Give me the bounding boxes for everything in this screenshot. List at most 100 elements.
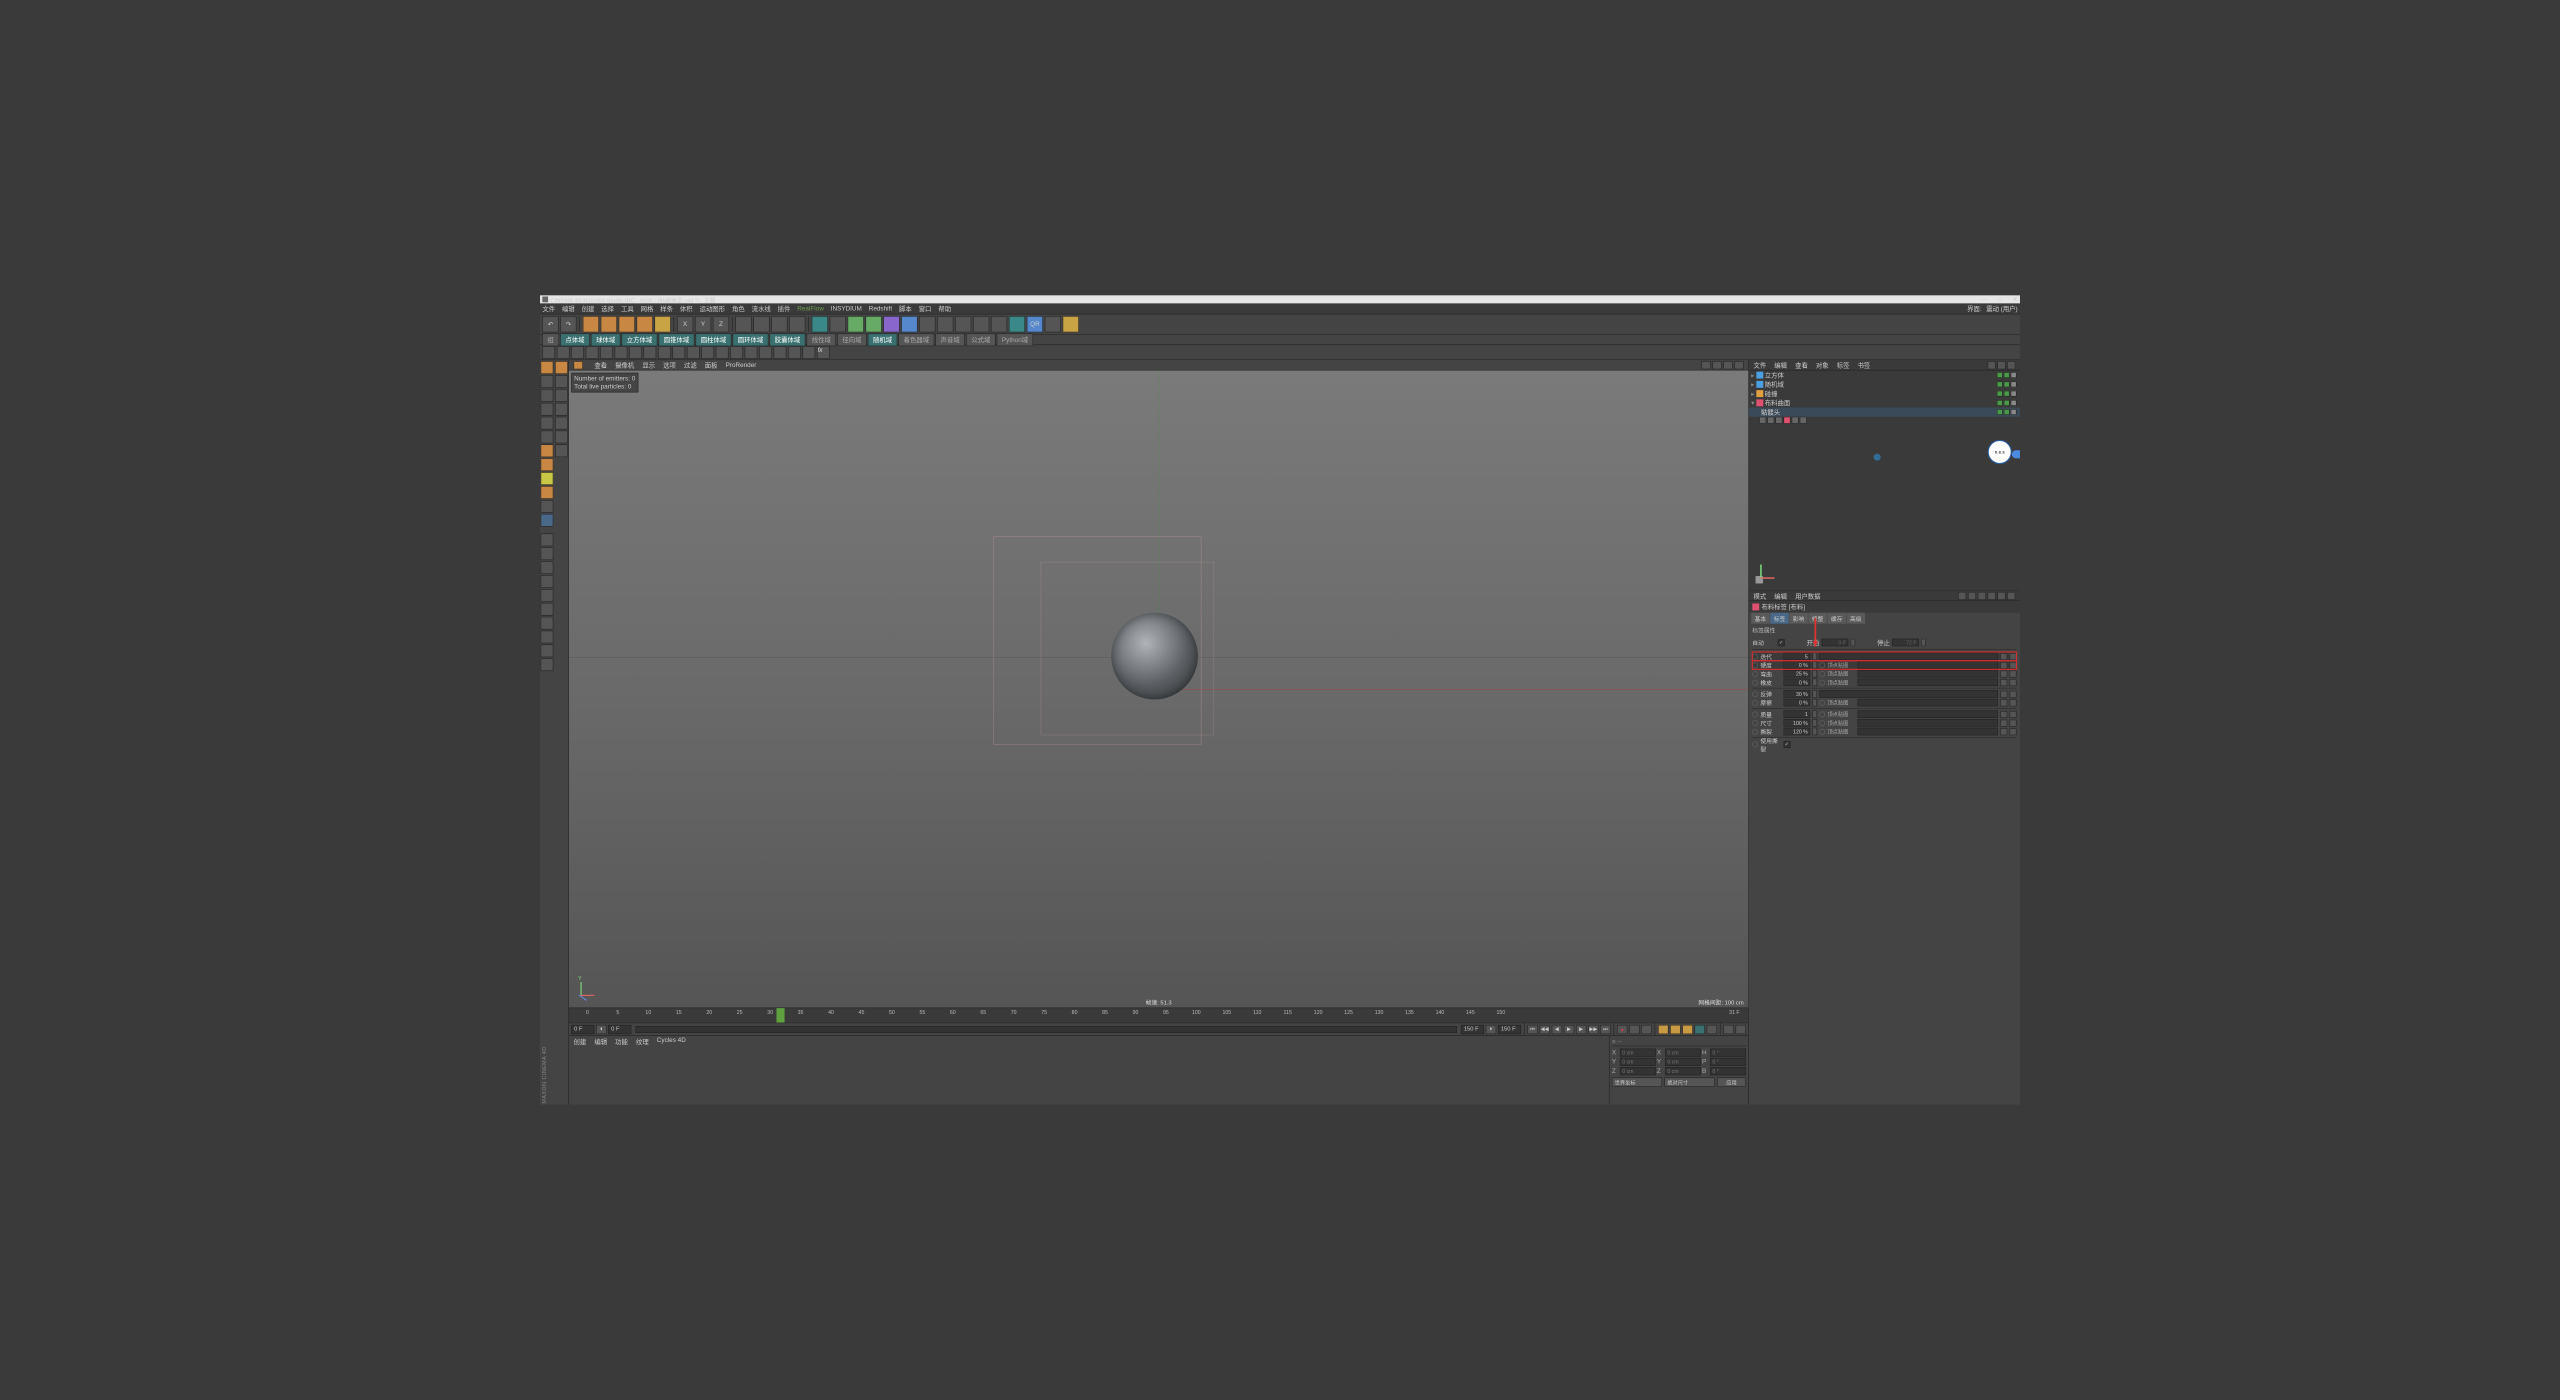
- redo-button[interactable]: ↷: [560, 316, 576, 332]
- range-end[interactable]: ⏵: [1486, 1025, 1496, 1034]
- next-key[interactable]: ▶▶: [1588, 1025, 1598, 1034]
- axis-y-toggle[interactable]: Y: [695, 316, 711, 332]
- menu-plugins[interactable]: 插件: [778, 304, 791, 313]
- coord-X-size[interactable]: 0 cm: [1665, 1049, 1701, 1057]
- soft-select[interactable]: [541, 486, 554, 499]
- menu-spline[interactable]: 样条: [660, 304, 673, 313]
- render-settings[interactable]: [789, 316, 805, 332]
- stop-stepper[interactable]: [1921, 639, 1926, 647]
- cube-primitive[interactable]: [812, 316, 828, 332]
- goto-start[interactable]: ⏮: [1527, 1025, 1537, 1034]
- coord-Y-size[interactable]: 0 cm: [1665, 1058, 1701, 1066]
- field-python[interactable]: Python域: [997, 333, 1034, 346]
- wt-12[interactable]: [701, 346, 714, 359]
- view-nav-2[interactable]: [1712, 361, 1721, 369]
- coord-H-rot[interactable]: 0 °: [1710, 1049, 1746, 1057]
- attr-stepper-3[interactable]: [1812, 679, 1817, 687]
- mm-tab-cycles[interactable]: Cycles 4D: [657, 1037, 686, 1046]
- om-filter-icon[interactable]: [1997, 361, 2005, 369]
- p2-4[interactable]: [555, 403, 568, 416]
- am-back-icon[interactable]: [1958, 592, 1966, 600]
- om-tags[interactable]: 标签: [1837, 360, 1850, 369]
- step-back[interactable]: ◀: [1552, 1025, 1562, 1034]
- field-radial[interactable]: 径向域: [837, 333, 866, 346]
- tag-obj[interactable]: [1045, 316, 1061, 332]
- menu-help[interactable]: 帮助: [938, 304, 951, 313]
- om-object[interactable]: 对象: [1816, 360, 1829, 369]
- om-edit[interactable]: 编辑: [1774, 360, 1787, 369]
- vm-filter[interactable]: 过滤: [684, 360, 697, 369]
- wt-8[interactable]: [644, 346, 657, 359]
- field-cone[interactable]: 圆锥体域: [659, 333, 695, 346]
- field-torus[interactable]: 圆环体域: [733, 333, 769, 346]
- tab-expert[interactable]: 高级: [1847, 613, 1865, 624]
- render-view[interactable]: [753, 316, 769, 332]
- menu-select[interactable]: 选择: [601, 304, 614, 313]
- wt-4[interactable]: [586, 346, 599, 359]
- misc-obj[interactable]: [1063, 316, 1079, 332]
- end-frame-field[interactable]: 150 F: [1461, 1025, 1484, 1034]
- map-dot[interactable]: [1819, 671, 1825, 677]
- cur-frame-field[interactable]: 0 F: [571, 1025, 594, 1034]
- view-nav-1[interactable]: [1701, 361, 1710, 369]
- pc-7[interactable]: [541, 617, 554, 630]
- tab-basic[interactable]: 基本: [1751, 613, 1769, 624]
- step-fwd[interactable]: ▶: [1576, 1025, 1586, 1034]
- mm-tab-edit[interactable]: 编辑: [594, 1037, 607, 1046]
- menu-tools[interactable]: 工具: [621, 304, 634, 313]
- maximize-button[interactable]: □: [1998, 296, 2002, 304]
- timeline-ruler[interactable]: 0510152025303540455055606570758085909510…: [569, 1008, 1748, 1023]
- axis-mode[interactable]: [541, 444, 554, 457]
- wt-2[interactable]: [557, 346, 570, 359]
- attr-map-0[interactable]: [1819, 653, 1998, 661]
- param-dot[interactable]: [1752, 691, 1758, 697]
- subdiv-generator[interactable]: [848, 316, 864, 332]
- am-up-icon[interactable]: [1978, 592, 1986, 600]
- field-linear[interactable]: 线性域: [807, 333, 836, 346]
- end2-frame-field[interactable]: 150 F: [1498, 1025, 1521, 1034]
- am-edit[interactable]: 编辑: [1774, 591, 1787, 600]
- attr-map-pick-6[interactable]: [2000, 711, 2007, 718]
- move-arrow-icon[interactable]: [555, 361, 568, 374]
- deformer[interactable]: [883, 316, 899, 332]
- light-obj[interactable]: [937, 316, 953, 332]
- kf-rot[interactable]: [1682, 1025, 1692, 1034]
- attr-value-2[interactable]: 25 %: [1784, 670, 1811, 678]
- p2-6[interactable]: [555, 431, 568, 444]
- attr-map-2[interactable]: [1858, 670, 1998, 678]
- point-mode[interactable]: [541, 403, 554, 416]
- attr-map-clear-6[interactable]: [2010, 711, 2017, 718]
- menu-volume[interactable]: 体积: [680, 304, 693, 313]
- pc-3[interactable]: [541, 561, 554, 574]
- attr-map-pick-1[interactable]: [2000, 662, 2007, 669]
- map-dot[interactable]: [1819, 729, 1825, 735]
- attr-map-pick-7[interactable]: [2000, 719, 2007, 726]
- attr-stepper-5[interactable]: [1812, 699, 1817, 707]
- goto-end[interactable]: ⏭: [1600, 1025, 1610, 1034]
- mm-tab-tex[interactable]: 纹理: [636, 1037, 649, 1046]
- kf-param[interactable]: [1694, 1025, 1704, 1034]
- am-fwd-icon[interactable]: [1968, 592, 1976, 600]
- attr-map-clear-2[interactable]: [2010, 670, 2017, 677]
- am-undock-icon[interactable]: [2007, 592, 2015, 600]
- field-box[interactable]: 立方体域: [622, 333, 658, 346]
- view-nav-4[interactable]: [1734, 361, 1743, 369]
- skull-object[interactable]: [1111, 613, 1198, 700]
- om-layout-icon[interactable]: [2007, 361, 2015, 369]
- menu-redshift[interactable]: Redshift: [869, 305, 892, 312]
- mm-tab-create[interactable]: 创建: [574, 1037, 587, 1046]
- effector-obj[interactable]: [973, 316, 989, 332]
- attr-map-4[interactable]: [1819, 690, 1998, 698]
- timeline-slider[interactable]: [635, 1026, 1456, 1033]
- p2-3[interactable]: [555, 389, 568, 402]
- param-dot[interactable]: [1752, 741, 1758, 747]
- wt-11[interactable]: [687, 346, 700, 359]
- wt-7[interactable]: [629, 346, 642, 359]
- attr-value-5[interactable]: 0 %: [1784, 699, 1811, 707]
- viewport-solo[interactable]: [541, 458, 554, 471]
- wt-3[interactable]: [571, 346, 584, 359]
- range-start[interactable]: ⏴: [596, 1025, 606, 1034]
- edge-mode[interactable]: [541, 417, 554, 430]
- attr-map-pick-8[interactable]: [2000, 728, 2007, 735]
- field-group[interactable]: 组: [542, 333, 559, 346]
